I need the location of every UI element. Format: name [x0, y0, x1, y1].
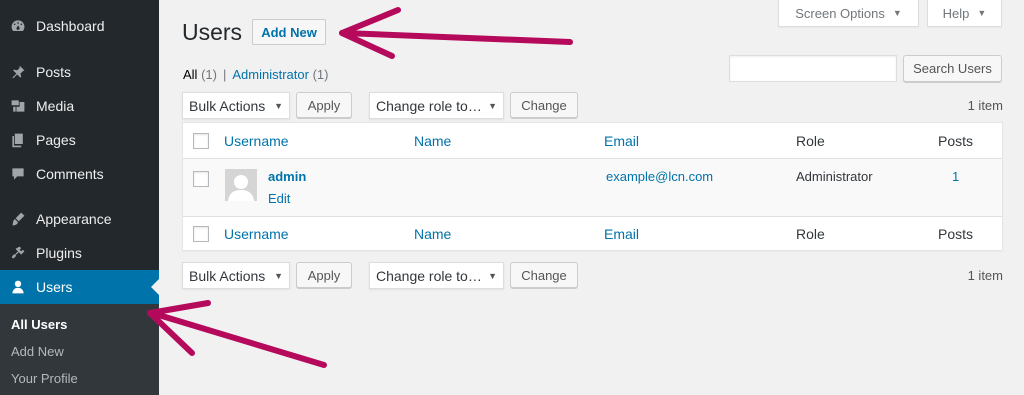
column-role-footer: Role [796, 226, 825, 242]
filter-all[interactable]: All [183, 67, 197, 82]
change-role-select-bottom[interactable]: Change role to… ▼ [369, 262, 504, 289]
dropdown-arrow-icon: ▼ [488, 100, 497, 111]
help-label: Help [942, 5, 970, 21]
bulk-actions-label: Bulk Actions [189, 97, 266, 114]
help-button[interactable]: Help ▼ [927, 0, 1002, 27]
change-role-label: Change role to… [376, 97, 482, 114]
table-row: admin Edit example@lcn.com Administrator… [183, 159, 1002, 216]
select-all-checkbox[interactable] [193, 133, 209, 149]
select-all-checkbox-footer[interactable] [193, 226, 209, 242]
column-posts: Posts [938, 133, 974, 149]
sidebar-item-posts[interactable]: Posts [0, 55, 159, 89]
screen-options-button[interactable]: Screen Options ▼ [778, 0, 919, 27]
sidebar-item-media[interactable]: Media [0, 89, 159, 123]
add-new-user-button[interactable]: Add New [252, 19, 326, 45]
search-users-input[interactable] [729, 55, 897, 82]
users-table: Username Name Email Role Posts admin Edi… [182, 122, 1003, 251]
submenu-your-profile[interactable]: Your Profile [11, 371, 78, 386]
apply-button-bottom[interactable]: Apply [296, 262, 352, 288]
sidebar-item-label: Plugins [36, 245, 82, 261]
users-submenu: All Users Add New Your Profile [0, 304, 159, 395]
sidebar-item-appearance[interactable]: Appearance [0, 202, 159, 236]
column-username-footer[interactable]: Username [224, 226, 289, 242]
screen-options-label: Screen Options [795, 5, 885, 21]
filter-administrator-count: (1) [312, 67, 329, 82]
sidebar-item-label: Comments [36, 166, 104, 182]
cell-posts[interactable]: 1 [952, 169, 959, 184]
brush-icon [9, 210, 27, 228]
filter-administrator[interactable]: Administrator [232, 67, 309, 82]
items-count-top: 1 item [967, 98, 1003, 113]
sidebar-item-label: Pages [36, 132, 76, 148]
dropdown-arrow-icon: ▼ [274, 270, 283, 281]
filter-all-count: (1) [201, 67, 217, 82]
change-role-label: Change role to… [376, 267, 482, 284]
column-role: Role [796, 133, 825, 149]
sidebar-item-label: Media [36, 98, 75, 114]
column-name-footer[interactable]: Name [414, 226, 451, 242]
annotation-arrow-add-new [339, 7, 573, 59]
change-button-bottom[interactable]: Change [510, 262, 578, 288]
sidebar-item-label: Dashboard [36, 18, 105, 34]
column-email-footer[interactable]: Email [604, 226, 639, 242]
comment-icon [9, 165, 27, 183]
sidebar-item-dashboard[interactable]: Dashboard [0, 9, 159, 43]
edit-user-link[interactable]: Edit [268, 191, 290, 206]
column-email[interactable]: Email [604, 133, 639, 149]
submenu-add-new[interactable]: Add New [11, 344, 64, 359]
sidebar-item-label: Users [36, 279, 73, 295]
column-username[interactable]: Username [224, 133, 289, 149]
search-users-button[interactable]: Search Users [903, 55, 1002, 82]
media-icon [9, 97, 27, 115]
cell-role: Administrator [796, 169, 873, 184]
submenu-all-users[interactable]: All Users [11, 317, 67, 332]
page-title: Users [182, 19, 243, 45]
admin-sidebar: Dashboard Posts Media Pages Comments App… [0, 0, 159, 395]
column-name[interactable]: Name [414, 133, 451, 149]
table-header-row: Username Name Email Role Posts [183, 123, 1002, 159]
caret-down-icon: ▼ [892, 8, 902, 18]
pin-icon [9, 63, 27, 81]
sidebar-item-label: Appearance [36, 211, 112, 227]
apply-button-top[interactable]: Apply [296, 92, 352, 118]
sidebar-item-users[interactable]: Users [0, 270, 159, 304]
filter-separator: | [222, 67, 227, 82]
dashboard-icon [9, 17, 27, 35]
role-filter-links: All (1) | Administrator (1) [183, 67, 328, 82]
dropdown-arrow-icon: ▼ [274, 100, 283, 111]
column-posts-footer: Posts [938, 226, 974, 242]
bulk-actions-label: Bulk Actions [189, 267, 266, 284]
annotation-arrow-users-menu [147, 300, 327, 368]
username-link[interactable]: admin [268, 169, 306, 184]
row-checkbox[interactable] [193, 171, 209, 187]
sidebar-item-pages[interactable]: Pages [0, 123, 159, 157]
avatar [225, 169, 257, 201]
cell-email[interactable]: example@lcn.com [606, 169, 713, 184]
dropdown-arrow-icon: ▼ [488, 270, 497, 281]
pages-icon [9, 131, 27, 149]
change-button-top[interactable]: Change [510, 92, 578, 118]
sidebar-item-label: Posts [36, 64, 72, 80]
user-icon [9, 278, 27, 296]
table-footer-row: Username Name Email Role Posts [183, 216, 1002, 251]
caret-down-icon: ▼ [977, 8, 987, 18]
plug-icon [9, 244, 27, 262]
bulk-actions-select-bottom[interactable]: Bulk Actions ▼ [182, 262, 290, 289]
sidebar-item-plugins[interactable]: Plugins [0, 236, 159, 270]
change-role-select-top[interactable]: Change role to… ▼ [369, 92, 504, 119]
items-count-bottom: 1 item [967, 268, 1003, 283]
bulk-actions-select-top[interactable]: Bulk Actions ▼ [182, 92, 290, 119]
sidebar-item-comments[interactable]: Comments [0, 157, 159, 191]
